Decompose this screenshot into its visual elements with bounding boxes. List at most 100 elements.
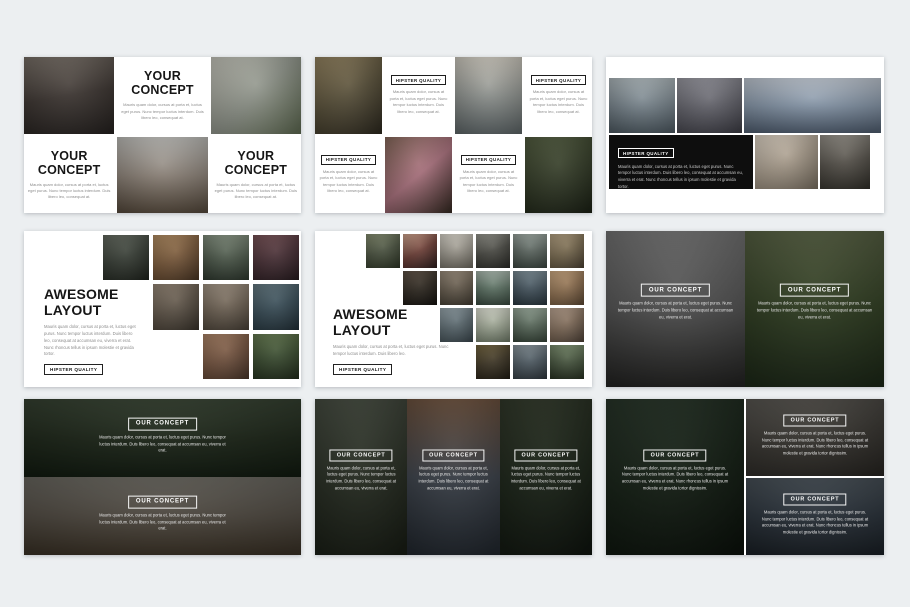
- text-cell: YOUR CONCEPT Mauris quam dolor, cursus a…: [117, 57, 207, 134]
- text-cell: HIPSTER QUALITY Mauris quam dolor, cursu…: [315, 137, 382, 214]
- photo-white-top-person: [476, 308, 510, 342]
- slide-title: YOUR CONCEPT: [33, 149, 105, 177]
- tag-hipster-quality: HIPSTER QUALITY: [531, 75, 587, 85]
- concept-body: Mauris quam dolor, cursus at porta et, l…: [507, 465, 585, 492]
- text-cell: YOUR CONCEPT Mauris quam dolor, cursus a…: [211, 137, 301, 214]
- concept-block: OUR CONCEPT Mauris quam dolor, cursus at…: [41, 412, 285, 455]
- photo-street-scooter: [550, 308, 584, 342]
- photo-embracing-couple: [253, 235, 299, 280]
- concept-block: OUR CONCEPT Mauris quam dolor, cursus at…: [321, 443, 402, 492]
- body-text: Mauris quam dolor, cursus at porta et, l…: [27, 182, 111, 201]
- photo-misty-forest: [513, 308, 547, 342]
- photo-dark-portrait: [403, 271, 437, 305]
- slide-awesome-layout-2: AWESOME LAYOUT Mauris quam dolor, cursus…: [315, 231, 592, 387]
- concept-title: OUR CONCEPT: [644, 449, 707, 461]
- concept-body: Mauris quam dolor, cursus at porta et, l…: [322, 465, 400, 492]
- concept-block: OUR CONCEPT Mauris quam dolor, cursus at…: [753, 278, 875, 321]
- slide-your-concept-grid: YOUR CONCEPT Mauris quam dolor, cursus a…: [24, 57, 301, 213]
- photo-waterfall-hiker: [24, 57, 114, 134]
- photo-road-walker: [203, 235, 249, 280]
- photo-resting-person: [440, 271, 474, 305]
- photo-mountain-peak: [744, 78, 881, 133]
- caption-panel: HIPSTER QUALITY Mauris quam dolor, cursu…: [609, 135, 753, 190]
- photo-forest-road: OUR CONCEPT Mauris quam dolor, cursus at…: [24, 399, 301, 477]
- body-text: Mauris quam dolor, cursus at porta et, l…: [120, 102, 204, 121]
- photo-portrait-woman: [403, 234, 437, 268]
- concept-title: OUR CONCEPT: [780, 284, 849, 297]
- photo-waterfall-walker: [820, 135, 870, 190]
- concept-body: Mauris quam dolor, cursus at porta et, l…: [755, 301, 875, 321]
- body-text: Mauris quam dolor, cursus at porta et, l…: [618, 164, 744, 192]
- photo-city-traffic: [677, 78, 742, 133]
- body-text: Mauris quam dolor, cursus at porta et, l…: [333, 344, 451, 357]
- text-cell: HIPSTER QUALITY Mauris quam dolor, cursu…: [525, 57, 592, 134]
- photo-beanie-person: [455, 57, 522, 134]
- slide-our-concept-mixed: OUR CONCEPT Mauris quam dolor, cursus at…: [606, 399, 884, 555]
- body-text: Mauris quam dolor, cursus at porta et, l…: [390, 89, 448, 115]
- photo-lake-swimmer: [476, 271, 510, 305]
- photo-hands-up-woman: [153, 284, 199, 329]
- template-preview-grid: YOUR CONCEPT Mauris quam dolor, cursus a…: [0, 0, 910, 607]
- body-text: Mauris quam dolor, cursus at porta et, l…: [320, 169, 378, 195]
- photo-book-holder: [755, 135, 818, 190]
- photo-forest-path: [550, 345, 584, 379]
- concept-block: OUR CONCEPT Mauris quam dolor, cursus at…: [413, 443, 494, 492]
- concept-title: OUR CONCEPT: [128, 417, 197, 430]
- photo-forest-couple: [366, 234, 400, 268]
- photo-curly-hair-woman: [525, 137, 592, 214]
- photo-forest-hoodie-man: OUR CONCEPT Mauris quam dolor, cursus at…: [315, 399, 407, 555]
- concept-body: Mauris quam dolor, cursus at porta et, l…: [97, 434, 229, 454]
- concept-title: OUR CONCEPT: [641, 284, 710, 297]
- photo-staircase-grid: [103, 235, 299, 379]
- photo-snowy-road: OUR CONCEPT Mauris quam dolor, cursus at…: [606, 231, 745, 387]
- text-cell: HIPSTER QUALITY Mauris quam dolor, cursu…: [455, 137, 522, 214]
- photo-camera-woman: OUR CONCEPT Mauris quam dolor, cursus at…: [407, 399, 499, 555]
- photo-swimming-dog: [203, 284, 249, 329]
- photo-lantern-garden-path: OUR CONCEPT Mauris quam dolor, cursus at…: [745, 231, 884, 387]
- concept-title: OUR CONCEPT: [784, 493, 847, 505]
- slide-our-concept-split: OUR CONCEPT Mauris quam dolor, cursus at…: [606, 231, 884, 387]
- slide-title: YOUR CONCEPT: [126, 69, 198, 97]
- slide-our-concept-stacked: OUR CONCEPT Mauris quam dolor, cursus at…: [24, 399, 301, 555]
- concept-block: OUR CONCEPT Mauris quam dolor, cursus at…: [614, 278, 736, 321]
- photo-skateboarder: [513, 345, 547, 379]
- slide-title: AWESOME LAYOUT: [333, 307, 451, 338]
- intro-block: AWESOME LAYOUT Mauris quam dolor, cursus…: [333, 307, 451, 376]
- photo-field-hat-man: OUR CONCEPT Mauris quam dolor, cursus at…: [606, 399, 744, 555]
- concept-block: OUR CONCEPT Mauris quam dolor, cursus at…: [754, 408, 875, 457]
- slide-hipster-quality-banner: HIPSTER QUALITY Mauris quam dolor, cursu…: [606, 57, 884, 213]
- concept-title: OUR CONCEPT: [514, 449, 577, 461]
- tag-hipster-quality: HIPSTER QUALITY: [391, 75, 447, 85]
- text-cell: YOUR CONCEPT Mauris quam dolor, cursus a…: [24, 137, 114, 214]
- concept-block: OUR CONCEPT Mauris quam dolor, cursus at…: [614, 443, 735, 492]
- photo-crouching-person: [476, 234, 510, 268]
- photo-stone-cottage-doors: OUR CONCEPT Mauris quam dolor, cursus at…: [746, 399, 884, 476]
- concept-body: Mauris quam dolor, cursus at porta et, l…: [759, 509, 871, 536]
- concept-title: OUR CONCEPT: [330, 449, 393, 461]
- photo-coffee-mug-hands: [203, 334, 249, 379]
- body-text: Mauris quam dolor, cursus at porta et, l…: [214, 182, 298, 201]
- concept-title: OUR CONCEPT: [784, 414, 847, 426]
- photo-water-reflection: [513, 271, 547, 305]
- body-text: Mauris quam dolor, cursus at porta et, l…: [530, 89, 588, 115]
- concept-body: Mauris quam dolor, cursus at porta et, l…: [97, 512, 229, 532]
- photo-blonde-hat-woman: [315, 57, 382, 134]
- photo-bicycle-rider: [440, 234, 474, 268]
- concept-body: Mauris quam dolor, cursus at porta et, l…: [616, 301, 736, 321]
- hipster-quality-button: HIPSTER QUALITY: [44, 364, 103, 375]
- photo-cornfield-woman: [253, 334, 299, 379]
- photo-hooded-figure: [103, 235, 149, 280]
- photo-smiling-woman: OUR CONCEPT Mauris quam dolor, cursus at…: [500, 399, 592, 555]
- tag-hipster-quality: HIPSTER QUALITY: [618, 148, 674, 158]
- concept-block: OUR CONCEPT Mauris quam dolor, cursus at…: [505, 443, 586, 492]
- photo-beach-boardwalk: OUR CONCEPT Mauris quam dolor, cursus at…: [24, 477, 301, 555]
- slide-title: YOUR CONCEPT: [220, 149, 292, 177]
- photo-lake-woman: [609, 78, 675, 133]
- concept-block: OUR CONCEPT Mauris quam dolor, cursus at…: [754, 487, 875, 536]
- photo-floral-shoes: [385, 137, 452, 214]
- concept-body: Mauris quam dolor, cursus at porta et, l…: [759, 430, 871, 457]
- body-text: Mauris quam dolor, cursus at porta et, l…: [460, 169, 518, 195]
- photo-lake-gazer-woman: OUR CONCEPT Mauris quam dolor, cursus at…: [746, 478, 884, 555]
- photo-yellow-bag-person: [476, 345, 510, 379]
- tag-hipster-quality: HIPSTER QUALITY: [321, 155, 377, 165]
